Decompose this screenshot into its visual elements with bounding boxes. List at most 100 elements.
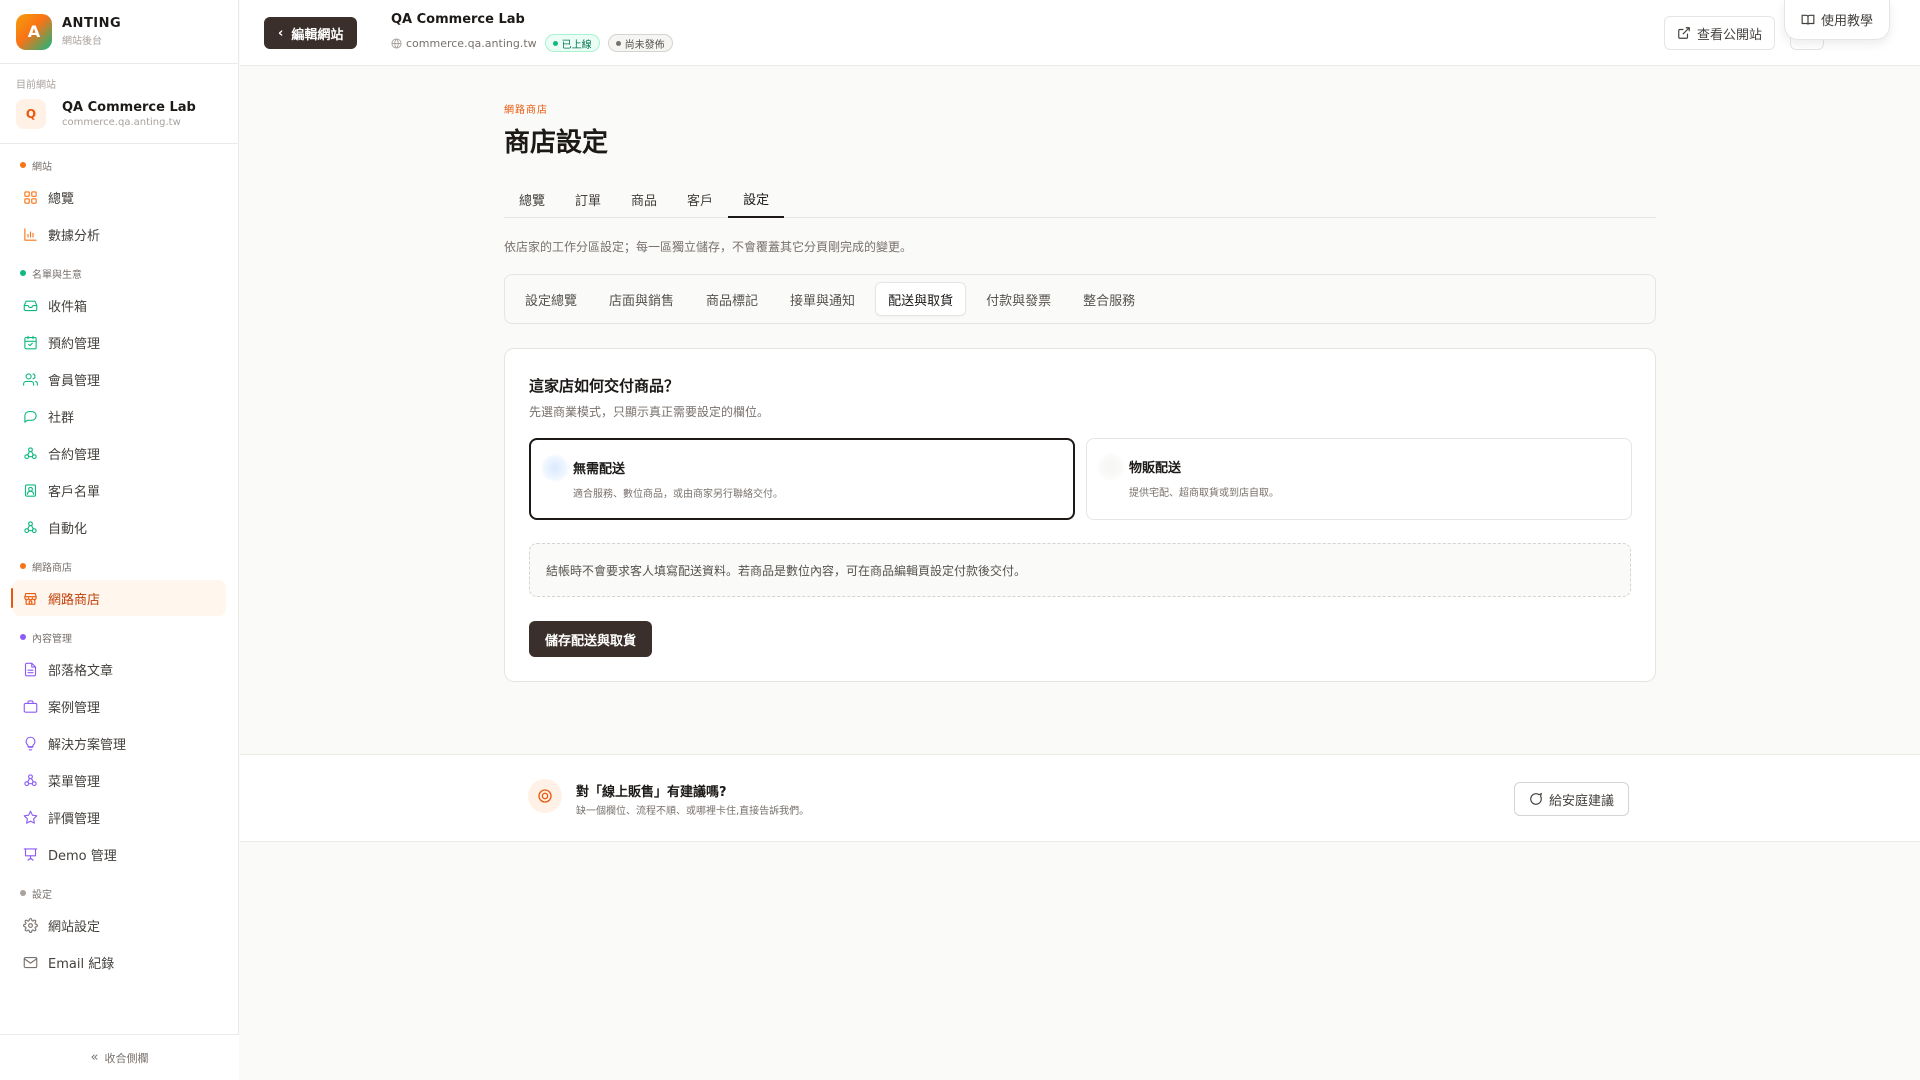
sidebar-item-16[interactable]: 網站設定	[12, 907, 226, 943]
sidebar-item-12[interactable]: 解決方案管理	[12, 725, 226, 761]
collapse-sidebar-label: 收合側欄	[104, 1051, 149, 1065]
edit-site-button[interactable]: ‹ 編輯網站	[264, 17, 358, 49]
sidebar-item-15[interactable]: Demo 管理	[12, 836, 226, 872]
sidebar-item-17[interactable]: Email 紀錄	[12, 944, 226, 980]
option-indicator-icon	[541, 454, 569, 482]
tutorial-button[interactable]: 使用教學	[1784, 0, 1891, 40]
sidebar-item-label: 案例管理	[48, 700, 101, 716]
subtab-0[interactable]: 設定總覽	[513, 282, 589, 316]
sidebar-nav: 網站 總覽 數據分析 名單與生意 收件箱 預約管理 會員管理 社群 合約管理 客戶名單 自動化 網路商…	[0, 152, 238, 980]
give-feedback-button[interactable]: 給安庭建議	[1514, 782, 1630, 816]
sidebar-item-5[interactable]: 社群	[12, 398, 226, 434]
subtab-1[interactable]: 店面與銷售	[597, 282, 686, 316]
sidebar-item-label: 總覽	[48, 191, 75, 207]
sidebar-section-label: 網路商店	[0, 553, 238, 579]
tab-4[interactable]: 設定	[728, 180, 785, 218]
sidebar-item-label: Email 紀錄	[48, 956, 115, 972]
collapse-sidebar-button[interactable]: « 收合側欄	[0, 1034, 239, 1080]
sidebar-item-3[interactable]: 預約管理	[12, 324, 226, 360]
sidebar-item-label: Demo 管理	[48, 848, 117, 864]
sidebar-item-4[interactable]: 會員管理	[12, 361, 226, 397]
subtab-5[interactable]: 付款與發票	[974, 282, 1063, 316]
sidebar-item-1[interactable]: 數據分析	[12, 216, 226, 252]
subtab-3[interactable]: 接單與通知	[778, 282, 867, 316]
sidebar-item-label: 社群	[48, 410, 75, 426]
document-icon	[22, 661, 38, 677]
feedback-title: 對「線上販售」有建議嗎?	[576, 785, 727, 800]
sidebar-item-14[interactable]: 評價管理	[12, 799, 226, 835]
globe-icon	[391, 37, 402, 49]
site-domain: commerce.qa.anting.tw	[406, 36, 537, 50]
option-physical-shipping[interactable]: 物販配送 提供宅配、超商取貨或到店自取。	[1086, 438, 1632, 520]
contact-icon	[22, 482, 38, 498]
subtab-2[interactable]: 商品標記	[694, 282, 770, 316]
option-title: 無需配送	[573, 462, 626, 477]
edit-site-label: 編輯網站	[291, 27, 344, 43]
feedback-subtitle: 缺一個欄位、流程不順、或哪裡卡住,直接告訴我們。	[576, 806, 810, 817]
option-no-shipping[interactable]: 無需配送 適合服務、數位商品，或由商家另行聯絡交付。	[529, 438, 1075, 520]
sidebar-section-label: 名單與生意	[0, 260, 238, 286]
sidebar-item-2[interactable]: 收件箱	[12, 287, 226, 323]
page-eyebrow: 網路商店	[504, 105, 548, 116]
chevrons-left-icon: «	[90, 1050, 99, 1065]
give-feedback-label: 給安庭建議	[1549, 793, 1615, 809]
option-description: 提供宅配、超商取貨或到店自取。	[1129, 488, 1279, 499]
sidebar-item-7[interactable]: 客戶名單	[12, 472, 226, 508]
lightbulb-icon	[22, 735, 38, 751]
view-public-site-label: 查看公開站	[1697, 27, 1763, 43]
store-tabs: 總覽 訂單 商品 客戶 設定	[504, 180, 1656, 218]
page-title: 商店設定	[504, 128, 609, 158]
sidebar-item-label: 會員管理	[48, 373, 101, 389]
page-description: 依店家的工作分區設定；每一區獨立儲存，不會覆蓋其它分頁剛完成的變更。	[504, 240, 913, 254]
sidebar-item-label: 合約管理	[48, 447, 101, 463]
briefcase-icon	[22, 698, 38, 714]
brand[interactable]: A ANTING 網站後台	[0, 0, 238, 64]
sidebar-item-10[interactable]: 部落格文章	[12, 651, 226, 687]
view-public-site-button[interactable]: 查看公開站	[1664, 16, 1776, 50]
bar-chart-icon	[22, 226, 38, 242]
users-icon	[22, 371, 38, 387]
sidebar-section-label: 設定	[0, 880, 238, 906]
workflow-icon	[22, 772, 38, 788]
workflow-icon	[22, 519, 38, 535]
brand-logo: A	[16, 13, 52, 50]
sidebar-item-8[interactable]: 自動化	[12, 509, 226, 545]
tab-0[interactable]: 總覽	[504, 180, 560, 218]
sidebar-item-label: 解決方案管理	[48, 737, 127, 753]
mail-icon	[22, 954, 38, 970]
sidebar-item-label: 評價管理	[48, 811, 101, 827]
sidebar-item-13[interactable]: 菜單管理	[12, 762, 226, 798]
sidebar-item-label: 數據分析	[48, 228, 101, 244]
sidebar: A ANTING 網站後台 目前網站 Q QA Commerce Lab com…	[0, 0, 239, 1080]
sidebar-item-6[interactable]: 合約管理	[12, 435, 226, 471]
chat-icon	[22, 408, 38, 424]
sidebar-item-9[interactable]: 網路商店	[11, 580, 226, 616]
status-badge-live: 已上線	[544, 34, 600, 52]
tab-2[interactable]: 商品	[616, 180, 672, 218]
sidebar-section-label: 內容管理	[0, 624, 238, 650]
save-delivery-button[interactable]: 儲存配送與取貨	[529, 621, 653, 657]
site-avatar: Q	[16, 99, 46, 129]
sidebar-item-label: 自動化	[48, 521, 88, 537]
presentation-icon	[22, 846, 38, 862]
option-description: 適合服務、數位商品，或由商家另行聯絡交付。	[573, 489, 783, 500]
star-icon	[22, 809, 38, 825]
tab-3[interactable]: 客戶	[672, 180, 728, 218]
settings-subtabs: 設定總覽 店面與銷售 商品標記 接單與通知 配送與取貨 付款與發票 整合服務	[504, 274, 1656, 324]
sidebar-item-11[interactable]: 案例管理	[12, 688, 226, 724]
option-title: 物販配送	[1129, 461, 1182, 476]
current-site-name: QA Commerce Lab	[62, 100, 196, 115]
inbox-icon	[22, 297, 38, 313]
delivery-card: 這家店如何交付商品？ 先選商業模式，只顯示真正需要設定的欄位。 無需配送 適合服…	[504, 348, 1656, 682]
external-link-icon	[1678, 27, 1690, 39]
tab-1[interactable]: 訂單	[560, 180, 616, 218]
sidebar-item-0[interactable]: 總覽	[12, 179, 226, 215]
subtab-4[interactable]: 配送與取貨	[875, 282, 967, 316]
chevron-left-icon: ‹	[278, 25, 284, 41]
current-site[interactable]: 目前網站 Q QA Commerce Lab commerce.qa.antin…	[0, 64, 238, 144]
book-icon	[1801, 14, 1815, 25]
subtab-6[interactable]: 整合服務	[1071, 282, 1147, 316]
delivery-subtitle: 先選商業模式，只顯示真正需要設定的欄位。	[529, 405, 770, 419]
delivery-note: 結帳時不會要求客人填寫配送資料。若商品是數位內容，可在商品編輯頁設定付款後交付。	[529, 543, 1631, 597]
status-badge-draft: 尚未發佈	[607, 34, 673, 52]
